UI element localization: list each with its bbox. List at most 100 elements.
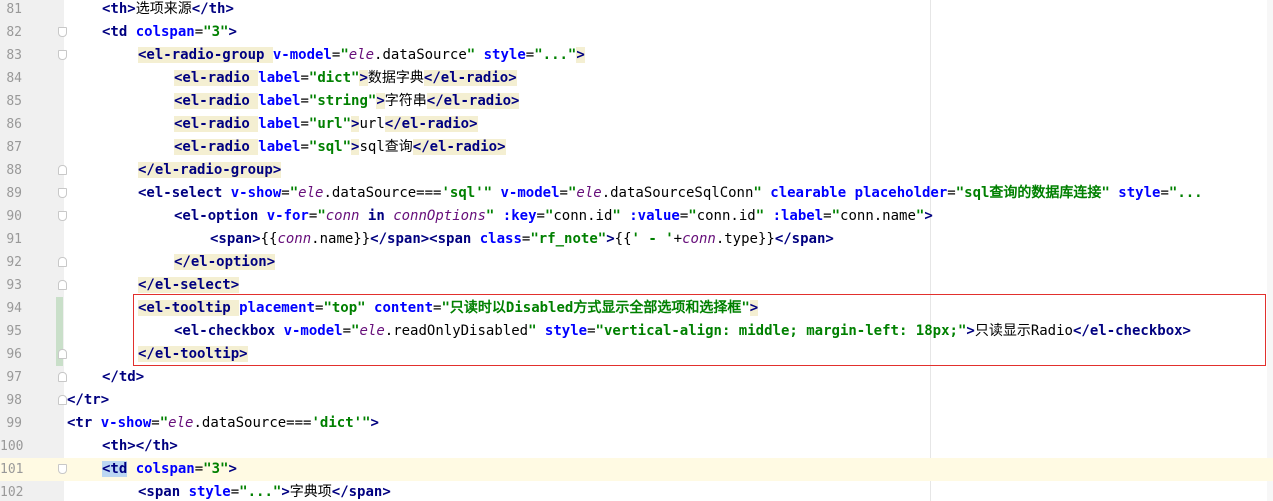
code-text[interactable]: <th></th> — [102, 435, 178, 458]
code-line[interactable]: 99 <tr v-show="ele.dataSource==='dict'"> — [0, 412, 1273, 435]
line-number: 95 — [6, 324, 22, 339]
token-txt: = — [947, 185, 956, 201]
token-attr: :value — [629, 208, 680, 224]
token-tag: <span — [138, 484, 189, 500]
code-text[interactable]: </el-radio-group> — [138, 159, 282, 182]
code-line[interactable]: 81 <th>选项来源</th> — [0, 0, 1273, 21]
line-number: 97 — [6, 370, 22, 385]
token-attr: colspan — [127, 461, 195, 477]
token-attr: style — [1118, 185, 1161, 201]
token-attr: class — [479, 231, 522, 247]
fold-marker-icon[interactable] — [58, 211, 67, 221]
change-marker — [56, 320, 63, 343]
code-line[interactable]: 88 </el-radio-group> — [0, 159, 1273, 182]
code-text[interactable]: <el-radio label="url">url</el-radio> — [174, 113, 478, 136]
code-line[interactable]: 86 <el-radio label="url">url</el-radio> — [0, 113, 1273, 136]
code-text[interactable]: <el-radio-group v-model="ele.dataSource"… — [138, 44, 585, 67]
fold-marker-icon[interactable] — [58, 395, 67, 405]
token-tag: > — [127, 1, 136, 17]
code-line[interactable]: 87 <el-radio label="sql">sql查询</el-radio> — [0, 136, 1273, 159]
token-txt: = — [300, 93, 309, 109]
fold-marker-icon[interactable] — [58, 165, 67, 175]
token-tag: > — [376, 93, 385, 109]
token-tag: </span> — [774, 231, 834, 247]
code-line[interactable]: 84 <el-radio label="dict">数据字典</el-radio> — [0, 67, 1273, 90]
token-txt: = — [300, 139, 309, 155]
fold-marker-icon[interactable] — [58, 257, 67, 267]
token-tag: > — [924, 208, 933, 224]
token-txt: 选项来源 — [135, 1, 192, 17]
token-var: connOptions — [393, 208, 486, 224]
token-tag: <td — [102, 461, 128, 477]
line-number: 88 — [6, 163, 22, 178]
fold-marker-icon[interactable] — [58, 372, 67, 382]
fold-marker-icon[interactable] — [58, 349, 67, 359]
token-txt: 字典项 — [289, 484, 332, 500]
highlight-annotation-box — [133, 294, 1266, 366]
token-attr: label — [258, 70, 301, 86]
fold-marker-icon[interactable] — [58, 27, 67, 37]
token-str: "dict" — [308, 70, 360, 86]
code-line[interactable]: 101 <td colspan="3"> — [0, 458, 1273, 481]
token-attr: v-model — [500, 185, 560, 201]
line-number: 89 — [6, 186, 22, 201]
line-number: 86 — [6, 117, 22, 132]
code-line[interactable]: 90 <el-option v-for="conn in connOptions"… — [0, 205, 1273, 228]
code-line[interactable]: 97 </td> — [0, 366, 1273, 389]
code-text[interactable]: </el-option> — [174, 251, 276, 274]
code-text[interactable]: <th>选项来源</th> — [102, 0, 234, 21]
token-tag: </el-radio> — [412, 139, 506, 155]
fold-marker-icon[interactable] — [58, 280, 67, 290]
token-tag: </el-radio> — [423, 70, 517, 86]
token-txt: = — [194, 461, 204, 477]
token-txt: {{ — [614, 231, 632, 247]
token-str: " — [466, 47, 484, 63]
change-marker — [56, 297, 63, 320]
code-text[interactable]: <el-option v-for="conn in connOptions" :… — [174, 205, 933, 228]
token-attr: :label — [772, 208, 824, 224]
code-text[interactable]: </td> — [102, 366, 144, 389]
token-tag: </th> — [191, 1, 234, 17]
code-line[interactable]: 83 <el-radio-group v-model="ele.dataSourc… — [0, 44, 1273, 67]
token-tag: </el-option> — [174, 254, 276, 270]
code-text[interactable]: <td colspan="3"> — [102, 458, 237, 481]
code-text[interactable]: <el-radio label="string">字符串</el-radio> — [174, 90, 520, 113]
line-number: 90 — [6, 209, 22, 224]
code-line[interactable]: 100 <th></th> — [0, 435, 1273, 458]
fold-marker-icon[interactable] — [58, 464, 67, 474]
code-line[interactable]: 82 <td colspan="3"> — [0, 21, 1273, 44]
code-text[interactable]: <el-radio label="sql">sql查询</el-radio> — [174, 136, 506, 159]
code-line[interactable]: 85 <el-radio label="string">字符串</el-radio… — [0, 90, 1273, 113]
code-text[interactable]: <el-radio label="dict">数据字典</el-radio> — [174, 67, 517, 90]
token-var: ele — [168, 415, 194, 431]
code-line[interactable]: 92 </el-option> — [0, 251, 1273, 274]
line-number: 87 — [6, 140, 22, 155]
token-str: "string" — [308, 93, 377, 109]
token-tag: <el-radio — [174, 70, 259, 86]
code-text[interactable]: <td colspan="3"> — [102, 21, 237, 44]
token-txt: sql查询 — [359, 139, 413, 155]
code-line[interactable]: 89 <el-select v-show="ele.dataSource==='s… — [0, 182, 1273, 205]
fold-marker-icon[interactable] — [58, 50, 67, 60]
token-txt: = — [525, 47, 535, 63]
line-number: 93 — [6, 278, 22, 293]
token-tag: > — [576, 47, 585, 63]
token-tag: <span> — [210, 231, 261, 247]
token-tag: > — [281, 484, 290, 500]
token-txt: conn.id — [696, 208, 756, 224]
code-text[interactable]: <el-select v-show="ele.dataSource==='sql… — [138, 182, 1203, 205]
code-text[interactable]: <span>{{conn.name}}</span><span class="r… — [210, 228, 834, 251]
code-text[interactable]: </tr> — [67, 389, 109, 412]
code-line[interactable]: 98 </tr> — [0, 389, 1273, 412]
code-line[interactable]: 102 <span style="...">字典项</span> — [0, 481, 1273, 501]
token-attr: style — [188, 484, 231, 500]
code-text[interactable]: <span style="...">字典项</span> — [138, 481, 391, 501]
fold-marker-icon[interactable] — [58, 188, 67, 198]
token-attr: :key — [502, 208, 537, 224]
token-attr: v-show — [230, 185, 282, 201]
code-editor[interactable]: 81 <th>选项来源</th> 82 <td colspan="3"> 83 <el-r… — [0, 0, 1273, 501]
line-number: 91 — [6, 232, 22, 247]
token-attr: clearable — [770, 185, 855, 201]
code-line[interactable]: 91 <span>{{conn.name}}</span><span class=… — [0, 228, 1273, 251]
code-text[interactable]: <tr v-show="ele.dataSource==='dict'"> — [67, 412, 379, 435]
